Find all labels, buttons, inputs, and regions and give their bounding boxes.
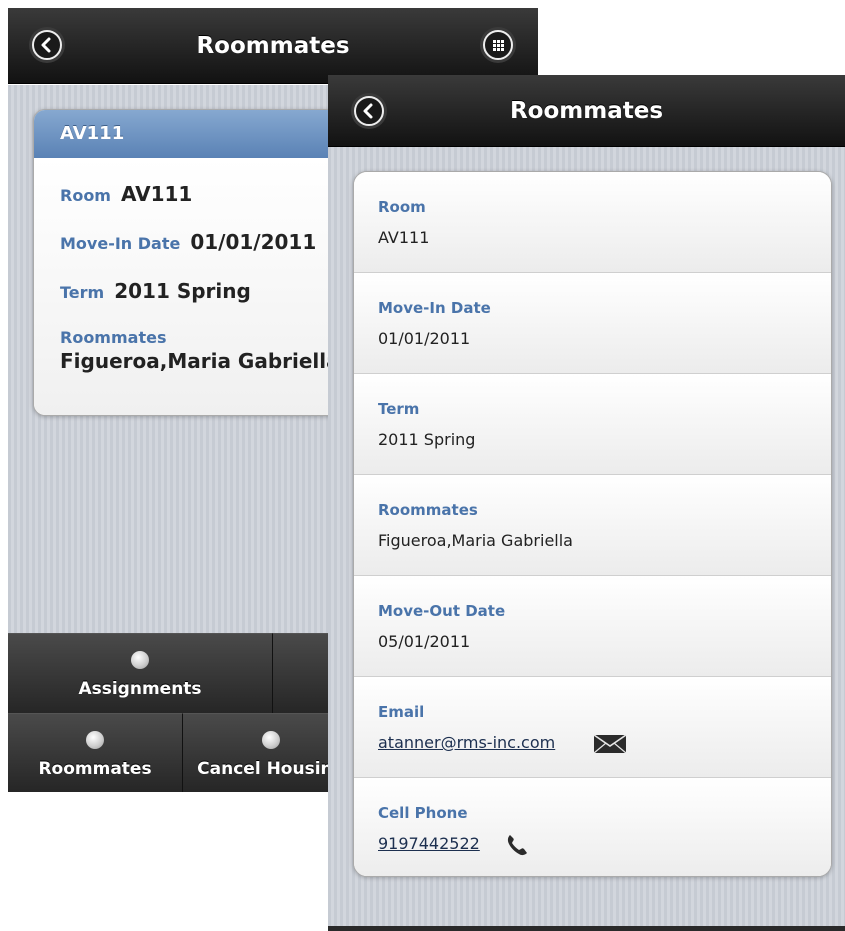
nav-label: Assignments (78, 679, 202, 699)
detail-row-term: Term 2011 Spring (354, 374, 831, 475)
detail-row-move-in: Move-In Date 01/01/2011 (354, 273, 831, 374)
move-in-label: Move-In Date (378, 299, 491, 317)
detail-row-room: Room AV111 (354, 172, 831, 273)
nav-label: Roommates (38, 759, 152, 779)
term-label: Term (60, 283, 105, 302)
term-row: Term 2011 Spring (60, 279, 251, 303)
detail-row-roommates: Roommates Figueroa,Maria Gabriella (354, 475, 831, 576)
room-value: AV111 (378, 228, 430, 247)
room-label: Room (378, 198, 426, 216)
room-label: Room (60, 186, 111, 205)
roommates-value: Figueroa,Maria Gabriella (60, 349, 340, 373)
term-value: 2011 Spring (378, 430, 476, 449)
dot-icon (131, 651, 149, 669)
roommates-label: Roommates (60, 328, 167, 347)
nav-assignments[interactable]: Assignments (8, 633, 273, 713)
roommates-label: Roommates (378, 501, 478, 519)
chevron-left-icon (363, 103, 373, 119)
front-content: Room AV111 Move-In Date 01/01/2011 Term … (328, 147, 845, 931)
back-button[interactable] (32, 30, 62, 60)
chevron-left-icon (41, 37, 51, 53)
page-title: Roommates (509, 98, 664, 124)
back-button[interactable] (354, 96, 384, 126)
cell-phone-label: Cell Phone (378, 804, 468, 822)
grid-menu-icon (493, 40, 504, 51)
email-label: Email (378, 703, 425, 721)
dot-icon (262, 731, 280, 749)
front-screen: Roommates Room AV111 Move-In Date 01/01/… (328, 75, 845, 931)
bottom-nav-edge (328, 926, 845, 931)
detail-card: Room AV111 Move-In Date 01/01/2011 Term … (353, 171, 832, 877)
front-header-bar: Roommates (328, 75, 845, 147)
roommates-value: Figueroa,Maria Gabriella (378, 531, 573, 550)
detail-row-move-out: Move-Out Date 05/01/2011 (354, 576, 831, 677)
phone-icon[interactable] (504, 832, 530, 858)
move-in-value: 01/01/2011 (190, 230, 317, 254)
back-header-bar: Roommates (8, 8, 538, 84)
grid-menu-button[interactable] (483, 30, 513, 60)
detail-row-email: Email atanner@rms-inc.com (354, 677, 831, 778)
move-out-value: 05/01/2011 (378, 632, 471, 651)
detail-row-cell-phone: Cell Phone 9197442522 (354, 778, 831, 876)
room-value: AV111 (120, 182, 193, 206)
roommates-row: Roommates Figueroa,Maria Gabriella (60, 328, 340, 373)
move-in-label: Move-In Date (60, 234, 181, 253)
move-out-label: Move-Out Date (378, 602, 506, 620)
dot-icon (86, 731, 104, 749)
email-link[interactable]: atanner@rms-inc.com (378, 733, 555, 752)
envelope-icon[interactable] (593, 733, 627, 755)
cell-phone-link[interactable]: 9197442522 (378, 834, 480, 853)
term-value: 2011 Spring (114, 279, 251, 303)
term-label: Term (378, 400, 420, 418)
page-title: Roommates (196, 33, 350, 59)
nav-roommates[interactable]: Roommates (8, 713, 183, 792)
move-in-row: Move-In Date 01/01/2011 (60, 230, 316, 254)
move-in-value: 01/01/2011 (378, 329, 471, 348)
room-row: Room AV111 (60, 182, 192, 206)
